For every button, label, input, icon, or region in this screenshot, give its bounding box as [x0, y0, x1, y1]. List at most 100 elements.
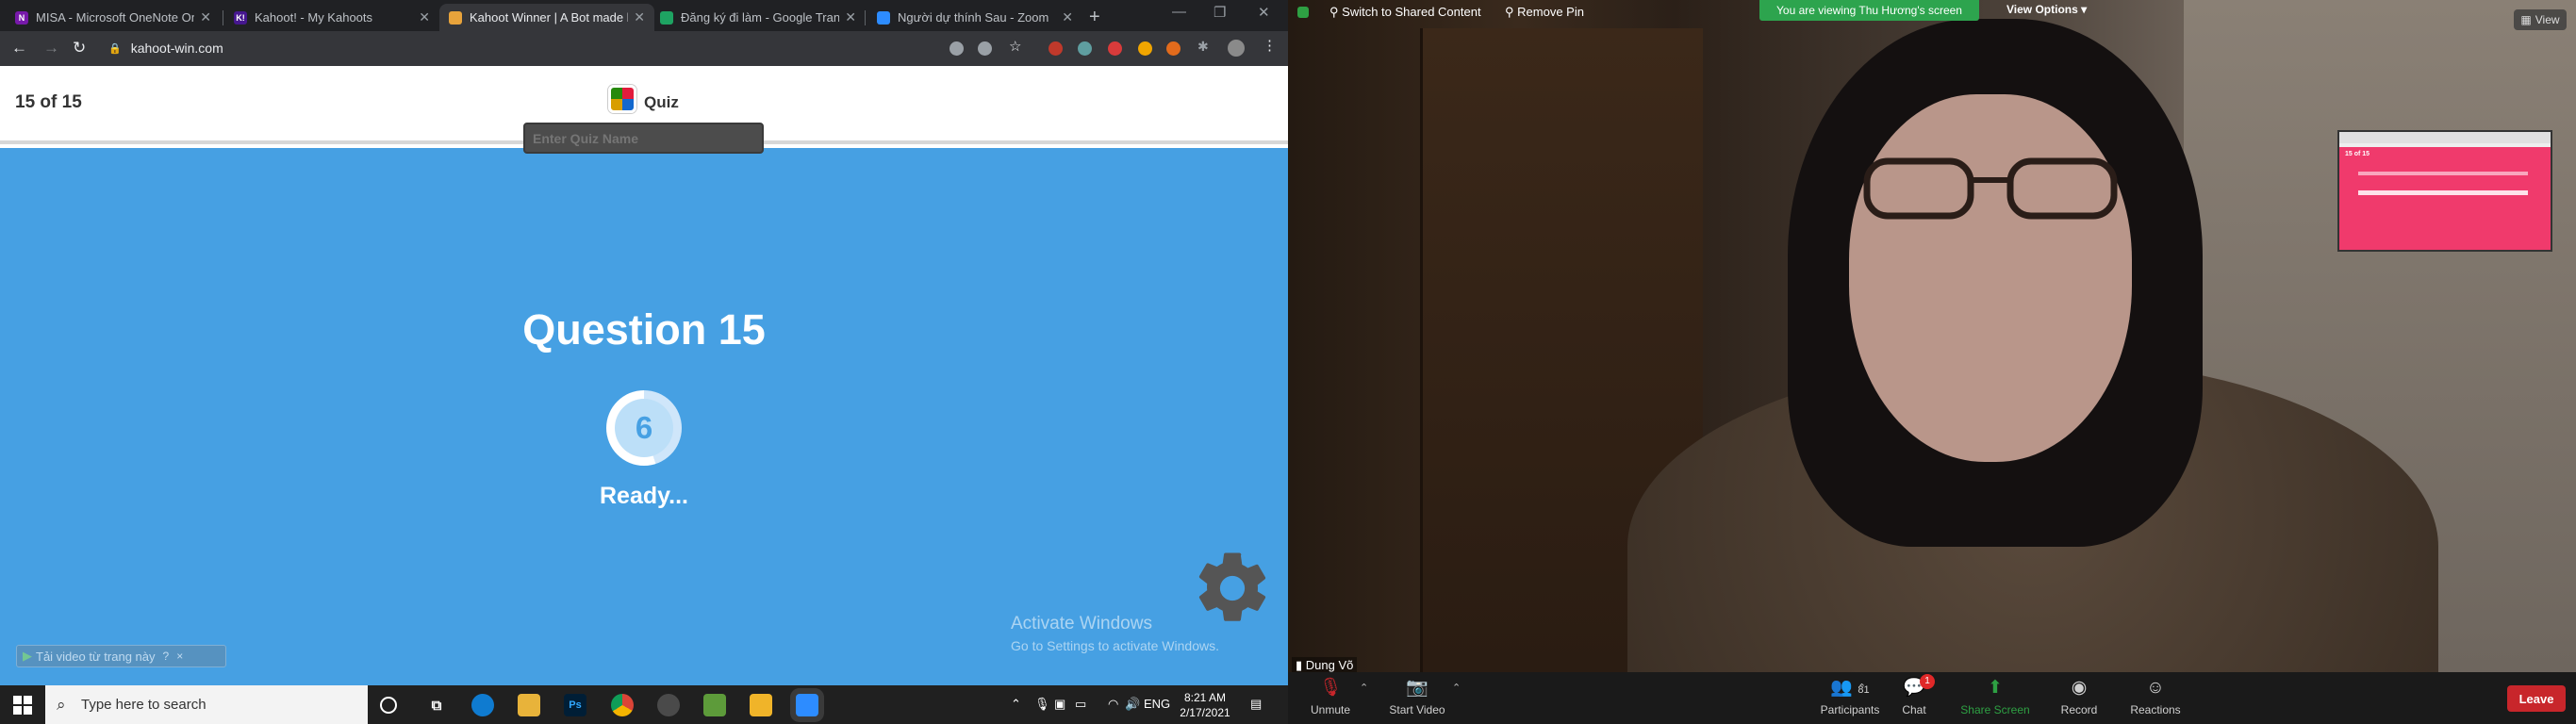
photoshop-icon[interactable]: Ps	[564, 694, 586, 716]
windows-start-icon[interactable]	[13, 696, 32, 715]
folder-icon[interactable]	[518, 694, 540, 716]
share-screen-button[interactable]: ⬆ Share Screen	[1957, 677, 2033, 716]
video-off-icon: 📷	[1406, 678, 1428, 698]
clock-date: 2/17/2021	[1180, 706, 1230, 719]
question-stage: Question 15 6 Ready... Activate Windows …	[0, 148, 1288, 685]
extension-icon[interactable]	[1166, 41, 1181, 56]
extension-icon[interactable]	[1049, 41, 1063, 56]
activate-title: Activate Windows	[1011, 614, 1152, 634]
view-options-dropdown[interactable]: View Options ▾	[2006, 3, 2087, 16]
volume-icon[interactable]: 🔊	[1125, 697, 1140, 712]
start-video-label: Start Video	[1389, 703, 1445, 716]
chat-badge: 1	[1920, 674, 1935, 689]
zoom-taskbar-icon[interactable]	[796, 694, 818, 716]
extension-icon[interactable]	[1138, 41, 1152, 56]
leave-button[interactable]: Leave	[2507, 685, 2566, 712]
shared-screen-thumbnail[interactable]: 15 of 15	[2337, 130, 2552, 252]
activate-subtitle: Go to Settings to activate Windows.	[1011, 638, 1219, 653]
adblock-icon[interactable]	[1108, 41, 1122, 56]
chrome-profile-icon[interactable]	[657, 694, 680, 716]
question-title: Question 15	[522, 305, 766, 354]
close-icon[interactable]: ✕	[419, 9, 430, 25]
address-bar[interactable]: 🔒 kahoot-win.com	[101, 35, 949, 61]
close-icon[interactable]: ✕	[845, 9, 856, 25]
forward-arrow-icon[interactable]: →	[43, 39, 59, 58]
switch-shared-content-button[interactable]: ⚲ Switch to Shared Content	[1329, 5, 1481, 20]
chevron-up-icon[interactable]: ⌃	[1452, 682, 1461, 694]
wifi-icon[interactable]: ◠	[1108, 697, 1118, 712]
chrome-icon[interactable]	[611, 694, 634, 716]
quiz-name-input[interactable]	[523, 123, 764, 154]
star-icon[interactable]: ☆	[1009, 38, 1023, 55]
reactions-button[interactable]: ☺ Reactions	[2118, 677, 2193, 716]
tab-separator	[865, 10, 866, 25]
chevron-up-icon[interactable]: ⌃	[1858, 682, 1866, 694]
chat-button[interactable]: 💬 1 Chat	[1876, 674, 1952, 716]
app-icon[interactable]	[703, 694, 726, 716]
chevron-up-icon[interactable]: ⌃	[1360, 682, 1368, 694]
reload-icon[interactable]: ↻	[73, 39, 86, 58]
ready-text: Ready...	[599, 483, 689, 509]
view-button[interactable]: ▦ View	[2514, 9, 2567, 30]
glasses-shape	[1863, 157, 2118, 220]
close-icon[interactable]: ✕	[634, 9, 645, 25]
view-options-label: View Options	[2006, 3, 2078, 16]
remove-pin-button[interactable]: ⚲ Remove Pin	[1505, 5, 1584, 20]
close-icon[interactable]: ✕	[200, 9, 211, 25]
video-download-bar[interactable]: ▶ Tải video từ trang này ? ×	[16, 645, 226, 667]
thumb-content: 15 of 15	[2339, 147, 2551, 250]
task-view-icon[interactable]: ⧉	[425, 694, 448, 716]
minimize-button[interactable]: —	[1172, 4, 1186, 20]
app-icon[interactable]	[750, 694, 772, 716]
close-icon[interactable]: ×	[176, 650, 183, 663]
new-tab-button[interactable]: +	[1089, 7, 1100, 28]
unmute-button[interactable]: 🎙 Unmute	[1293, 677, 1368, 716]
tab-label: Kahoot Winner | A Bot made b	[470, 10, 629, 25]
notifications-icon[interactable]: ▤	[1250, 697, 1262, 712]
help-icon[interactable]: ?	[163, 650, 170, 663]
tab-label: Người dự thính Sau - Zoom	[898, 10, 1049, 25]
onenote-icon: N	[15, 10, 28, 25]
browser-toolbar: ← → ↻ 🔒 kahoot-win.com ☆ ✱ ⋮	[0, 31, 1288, 66]
download-label: Tải video từ trang này	[36, 649, 156, 664]
clock-time: 8:21 AM	[1183, 691, 1227, 704]
record-label: Record	[2060, 703, 2098, 716]
taskbar-search[interactable]: ⌕ Type here to search	[45, 685, 368, 724]
tab-google-sites[interactable]: Đăng ký đi làm - Google Trang ✕	[651, 4, 866, 31]
lock-icon: 🔒	[108, 42, 122, 55]
zoom-control-bar: 🎙 Unmute ⌃ 📷 Start Video ⌃ 👥 81 Particip…	[1288, 672, 2576, 724]
install-icon[interactable]	[949, 41, 964, 56]
question-counter: 15 of 15	[15, 92, 82, 112]
edge-icon[interactable]	[471, 694, 494, 716]
close-icon[interactable]: ✕	[1062, 9, 1073, 25]
close-window-button[interactable]: ✕	[1258, 4, 1270, 21]
tab-kahoot-winner[interactable]: Kahoot Winner | A Bot made b ✕	[439, 4, 654, 31]
puzzle-icon[interactable]: ✱	[1197, 39, 1212, 54]
pin-icon: ⚲	[1505, 5, 1514, 19]
tab-onenote[interactable]: N MISA - Microsoft OneNote On ✕	[6, 4, 221, 31]
avatar[interactable]	[1228, 40, 1245, 57]
tab-zoom[interactable]: Người dự thính Sau - Zoom ✕	[867, 4, 1082, 31]
translate-icon[interactable]	[978, 41, 992, 56]
tab-kahoot-my[interactable]: K! Kahoot! - My Kahoots ✕	[224, 4, 439, 31]
play-icon: ▶	[23, 649, 32, 663]
screen: N MISA - Microsoft OneNote On ✕ K! Kahoo…	[0, 0, 2576, 724]
record-button[interactable]: ◉ Record	[2041, 677, 2117, 716]
browser-window: N MISA - Microsoft OneNote On ✕ K! Kahoo…	[0, 0, 1288, 685]
battery-icon[interactable]: ▭	[1075, 697, 1086, 712]
back-arrow-icon[interactable]: ←	[11, 39, 27, 58]
language-indicator[interactable]: ENG	[1144, 697, 1170, 711]
microphone-icon[interactable]: 🎙	[1034, 697, 1050, 712]
muted-microphone-icon: 🎙	[1318, 678, 1343, 698]
cortana-icon[interactable]	[380, 697, 397, 714]
security-shield-icon[interactable]	[1297, 7, 1309, 18]
trophy-icon	[449, 10, 462, 25]
chevron-up-icon[interactable]: ⌃	[1011, 697, 1021, 712]
menu-icon[interactable]: ⋮	[1263, 37, 1277, 54]
start-video-button[interactable]: 📷 Start Video	[1379, 677, 1455, 716]
unmute-label: Unmute	[1310, 703, 1351, 716]
maximize-button[interactable]: ❐	[1214, 4, 1226, 21]
extension-icon[interactable]	[1078, 41, 1092, 56]
clock[interactable]: 8:21 AM 2/17/2021	[1169, 690, 1241, 720]
tray-app-icon[interactable]: ▣	[1054, 697, 1065, 712]
